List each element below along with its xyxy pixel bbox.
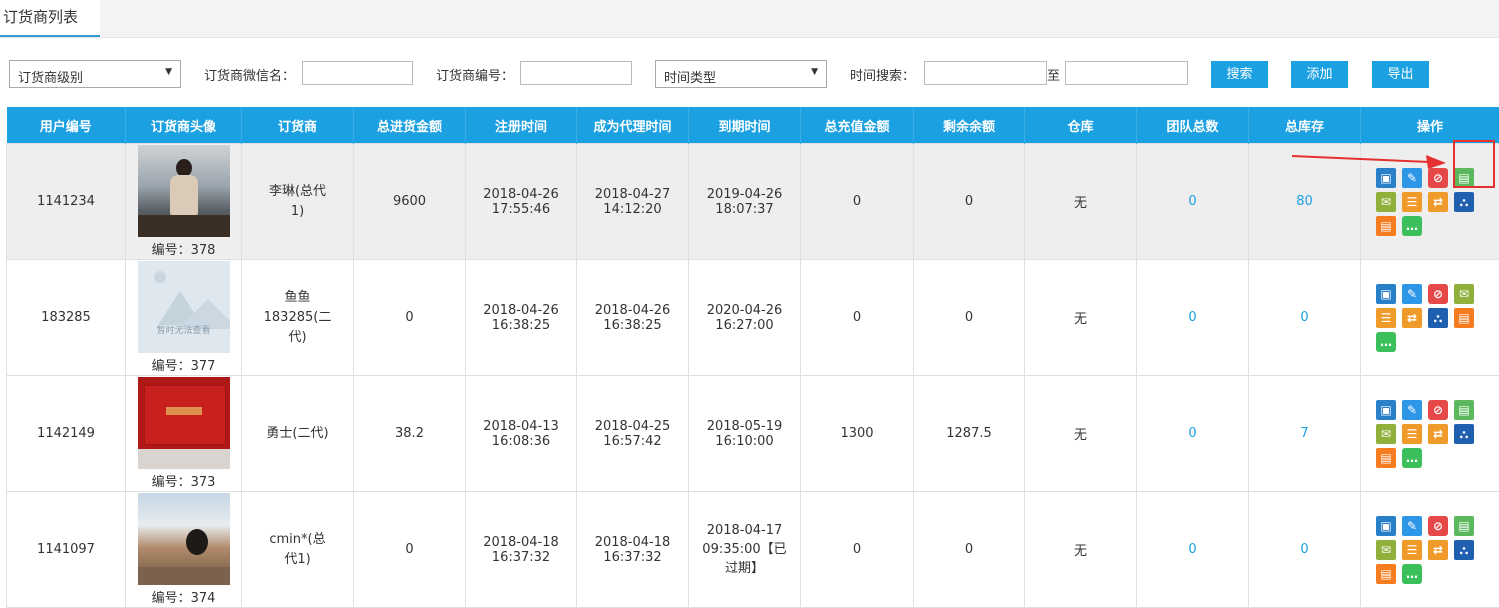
annotation-arrow — [0, 0, 1499, 605]
annotation-highlight-box — [1453, 140, 1495, 188]
